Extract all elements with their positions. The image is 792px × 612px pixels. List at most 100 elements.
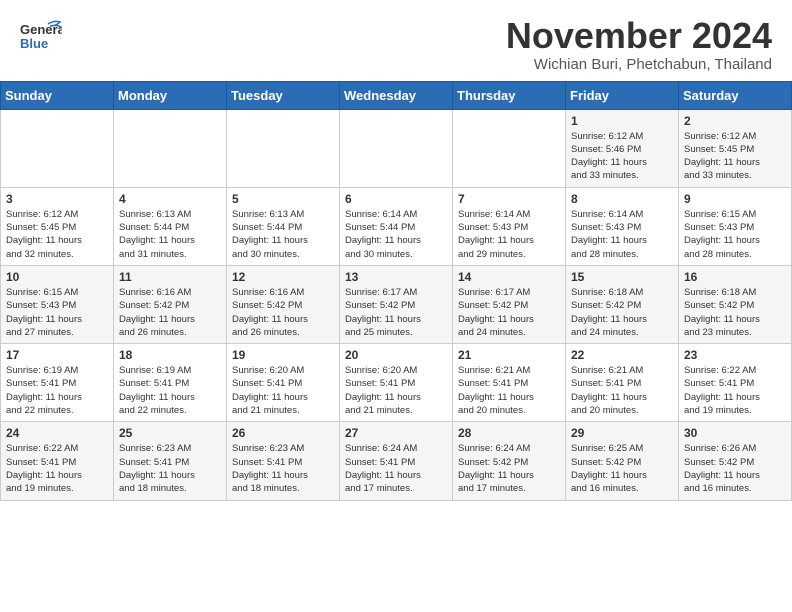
day-info: Sunrise: 6:12 AMSunset: 5:45 PMDaylight:…: [6, 208, 108, 261]
day-number: 20: [345, 348, 447, 362]
calendar-cell: 1 Sunrise: 6:12 AMSunset: 5:46 PMDaylight…: [566, 109, 679, 187]
calendar-table: SundayMondayTuesdayWednesdayThursdayFrid…: [0, 81, 792, 501]
day-number: 23: [684, 348, 786, 362]
calendar-week-row: 10 Sunrise: 6:15 AMSunset: 5:43 PMDayligh…: [1, 265, 792, 343]
calendar-cell: 11Sunrise: 6:16 AMSunset: 5:42 PMDayligh…: [114, 265, 227, 343]
weekday-header-thursday: Thursday: [453, 81, 566, 109]
day-number: 11: [119, 270, 221, 284]
day-info: Sunrise: 6:25 AMSunset: 5:42 PMDaylight:…: [571, 442, 673, 495]
day-number: 21: [458, 348, 560, 362]
day-number: 4: [119, 192, 221, 206]
day-info: Sunrise: 6:24 AMSunset: 5:42 PMDaylight:…: [458, 442, 560, 495]
day-info: Sunrise: 6:16 AMSunset: 5:42 PMDaylight:…: [232, 286, 334, 339]
calendar-cell: 23 Sunrise: 6:22 AMSunset: 5:41 PMDayligh…: [679, 344, 792, 422]
day-info: Sunrise: 6:12 AMSunset: 5:45 PMDaylight:…: [684, 130, 786, 183]
calendar-cell: 9 Sunrise: 6:15 AMSunset: 5:43 PMDaylight…: [679, 187, 792, 265]
calendar-week-row: 3 Sunrise: 6:12 AMSunset: 5:45 PMDaylight…: [1, 187, 792, 265]
calendar-cell: 7 Sunrise: 6:14 AMSunset: 5:43 PMDaylight…: [453, 187, 566, 265]
calendar-cell: [453, 109, 566, 187]
day-number: 1: [571, 114, 673, 128]
day-info: Sunrise: 6:22 AMSunset: 5:41 PMDaylight:…: [684, 364, 786, 417]
day-info: Sunrise: 6:12 AMSunset: 5:46 PMDaylight:…: [571, 130, 673, 183]
calendar-week-row: 24 Sunrise: 6:22 AMSunset: 5:41 PMDayligh…: [1, 422, 792, 500]
day-info: Sunrise: 6:13 AMSunset: 5:44 PMDaylight:…: [119, 208, 221, 261]
weekday-header-tuesday: Tuesday: [227, 81, 340, 109]
calendar-cell: 21 Sunrise: 6:21 AMSunset: 5:41 PMDayligh…: [453, 344, 566, 422]
day-info: Sunrise: 6:14 AMSunset: 5:43 PMDaylight:…: [458, 208, 560, 261]
day-number: 24: [6, 426, 108, 440]
day-number: 9: [684, 192, 786, 206]
calendar-cell: 28 Sunrise: 6:24 AMSunset: 5:42 PMDayligh…: [453, 422, 566, 500]
logo: General Blue: [20, 16, 62, 58]
day-number: 2: [684, 114, 786, 128]
calendar-cell: 25 Sunrise: 6:23 AMSunset: 5:41 PMDayligh…: [114, 422, 227, 500]
day-info: Sunrise: 6:15 AMSunset: 5:43 PMDaylight:…: [684, 208, 786, 261]
day-number: 19: [232, 348, 334, 362]
day-number: 26: [232, 426, 334, 440]
location-title: Wichian Buri, Phetchabun, Thailand: [506, 56, 772, 73]
day-info: Sunrise: 6:15 AMSunset: 5:43 PMDaylight:…: [6, 286, 108, 339]
calendar-body: 1 Sunrise: 6:12 AMSunset: 5:46 PMDaylight…: [1, 109, 792, 500]
calendar-cell: 15 Sunrise: 6:18 AMSunset: 5:42 PMDayligh…: [566, 265, 679, 343]
day-info: Sunrise: 6:18 AMSunset: 5:42 PMDaylight:…: [571, 286, 673, 339]
calendar-cell: 16Sunrise: 6:18 AMSunset: 5:42 PMDayligh…: [679, 265, 792, 343]
day-number: 30: [684, 426, 786, 440]
day-info: Sunrise: 6:20 AMSunset: 5:41 PMDaylight:…: [345, 364, 447, 417]
day-info: Sunrise: 6:23 AMSunset: 5:41 PMDaylight:…: [119, 442, 221, 495]
calendar-week-row: 1 Sunrise: 6:12 AMSunset: 5:46 PMDaylight…: [1, 109, 792, 187]
calendar-cell: 24 Sunrise: 6:22 AMSunset: 5:41 PMDayligh…: [1, 422, 114, 500]
day-info: Sunrise: 6:14 AMSunset: 5:43 PMDaylight:…: [571, 208, 673, 261]
day-info: Sunrise: 6:13 AMSunset: 5:44 PMDaylight:…: [232, 208, 334, 261]
calendar-cell: 30Sunrise: 6:26 AMSunset: 5:42 PMDayligh…: [679, 422, 792, 500]
day-number: 22: [571, 348, 673, 362]
calendar-cell: 17Sunrise: 6:19 AMSunset: 5:41 PMDayligh…: [1, 344, 114, 422]
calendar-cell: 27Sunrise: 6:24 AMSunset: 5:41 PMDayligh…: [340, 422, 453, 500]
weekday-header-saturday: Saturday: [679, 81, 792, 109]
day-number: 7: [458, 192, 560, 206]
calendar-cell: 8 Sunrise: 6:14 AMSunset: 5:43 PMDaylight…: [566, 187, 679, 265]
day-info: Sunrise: 6:23 AMSunset: 5:41 PMDaylight:…: [232, 442, 334, 495]
calendar-cell: 12 Sunrise: 6:16 AMSunset: 5:42 PMDayligh…: [227, 265, 340, 343]
svg-text:Blue: Blue: [20, 36, 48, 51]
calendar-cell: [340, 109, 453, 187]
day-info: Sunrise: 6:20 AMSunset: 5:41 PMDaylight:…: [232, 364, 334, 417]
day-number: 28: [458, 426, 560, 440]
day-number: 3: [6, 192, 108, 206]
day-number: 29: [571, 426, 673, 440]
day-number: 17: [6, 348, 108, 362]
calendar-cell: 18 Sunrise: 6:19 AMSunset: 5:41 PMDayligh…: [114, 344, 227, 422]
day-info: Sunrise: 6:24 AMSunset: 5:41 PMDaylight:…: [345, 442, 447, 495]
calendar-cell: 4 Sunrise: 6:13 AMSunset: 5:44 PMDaylight…: [114, 187, 227, 265]
logo-icon: General Blue: [20, 16, 62, 58]
weekday-header-wednesday: Wednesday: [340, 81, 453, 109]
day-number: 6: [345, 192, 447, 206]
calendar-cell: 22Sunrise: 6:21 AMSunset: 5:41 PMDayligh…: [566, 344, 679, 422]
day-info: Sunrise: 6:17 AMSunset: 5:42 PMDaylight:…: [458, 286, 560, 339]
day-number: 13: [345, 270, 447, 284]
title-block: November 2024 Wichian Buri, Phetchabun, …: [506, 16, 772, 73]
day-number: 15: [571, 270, 673, 284]
calendar-cell: 14Sunrise: 6:17 AMSunset: 5:42 PMDayligh…: [453, 265, 566, 343]
calendar-cell: 26 Sunrise: 6:23 AMSunset: 5:41 PMDayligh…: [227, 422, 340, 500]
day-number: 25: [119, 426, 221, 440]
month-title: November 2024: [506, 16, 772, 56]
day-info: Sunrise: 6:17 AMSunset: 5:42 PMDaylight:…: [345, 286, 447, 339]
calendar-cell: 19 Sunrise: 6:20 AMSunset: 5:41 PMDayligh…: [227, 344, 340, 422]
day-info: Sunrise: 6:21 AMSunset: 5:41 PMDaylight:…: [458, 364, 560, 417]
day-number: 10: [6, 270, 108, 284]
weekday-header-row: SundayMondayTuesdayWednesdayThursdayFrid…: [1, 81, 792, 109]
day-info: Sunrise: 6:18 AMSunset: 5:42 PMDaylight:…: [684, 286, 786, 339]
calendar-cell: 5 Sunrise: 6:13 AMSunset: 5:44 PMDaylight…: [227, 187, 340, 265]
calendar-cell: 20 Sunrise: 6:20 AMSunset: 5:41 PMDayligh…: [340, 344, 453, 422]
day-info: Sunrise: 6:19 AMSunset: 5:41 PMDaylight:…: [119, 364, 221, 417]
weekday-header-sunday: Sunday: [1, 81, 114, 109]
calendar-cell: [227, 109, 340, 187]
day-info: Sunrise: 6:22 AMSunset: 5:41 PMDaylight:…: [6, 442, 108, 495]
calendar-cell: 13 Sunrise: 6:17 AMSunset: 5:42 PMDayligh…: [340, 265, 453, 343]
day-number: 5: [232, 192, 334, 206]
weekday-header-monday: Monday: [114, 81, 227, 109]
day-number: 18: [119, 348, 221, 362]
day-number: 12: [232, 270, 334, 284]
calendar-cell: 3 Sunrise: 6:12 AMSunset: 5:45 PMDaylight…: [1, 187, 114, 265]
day-number: 8: [571, 192, 673, 206]
